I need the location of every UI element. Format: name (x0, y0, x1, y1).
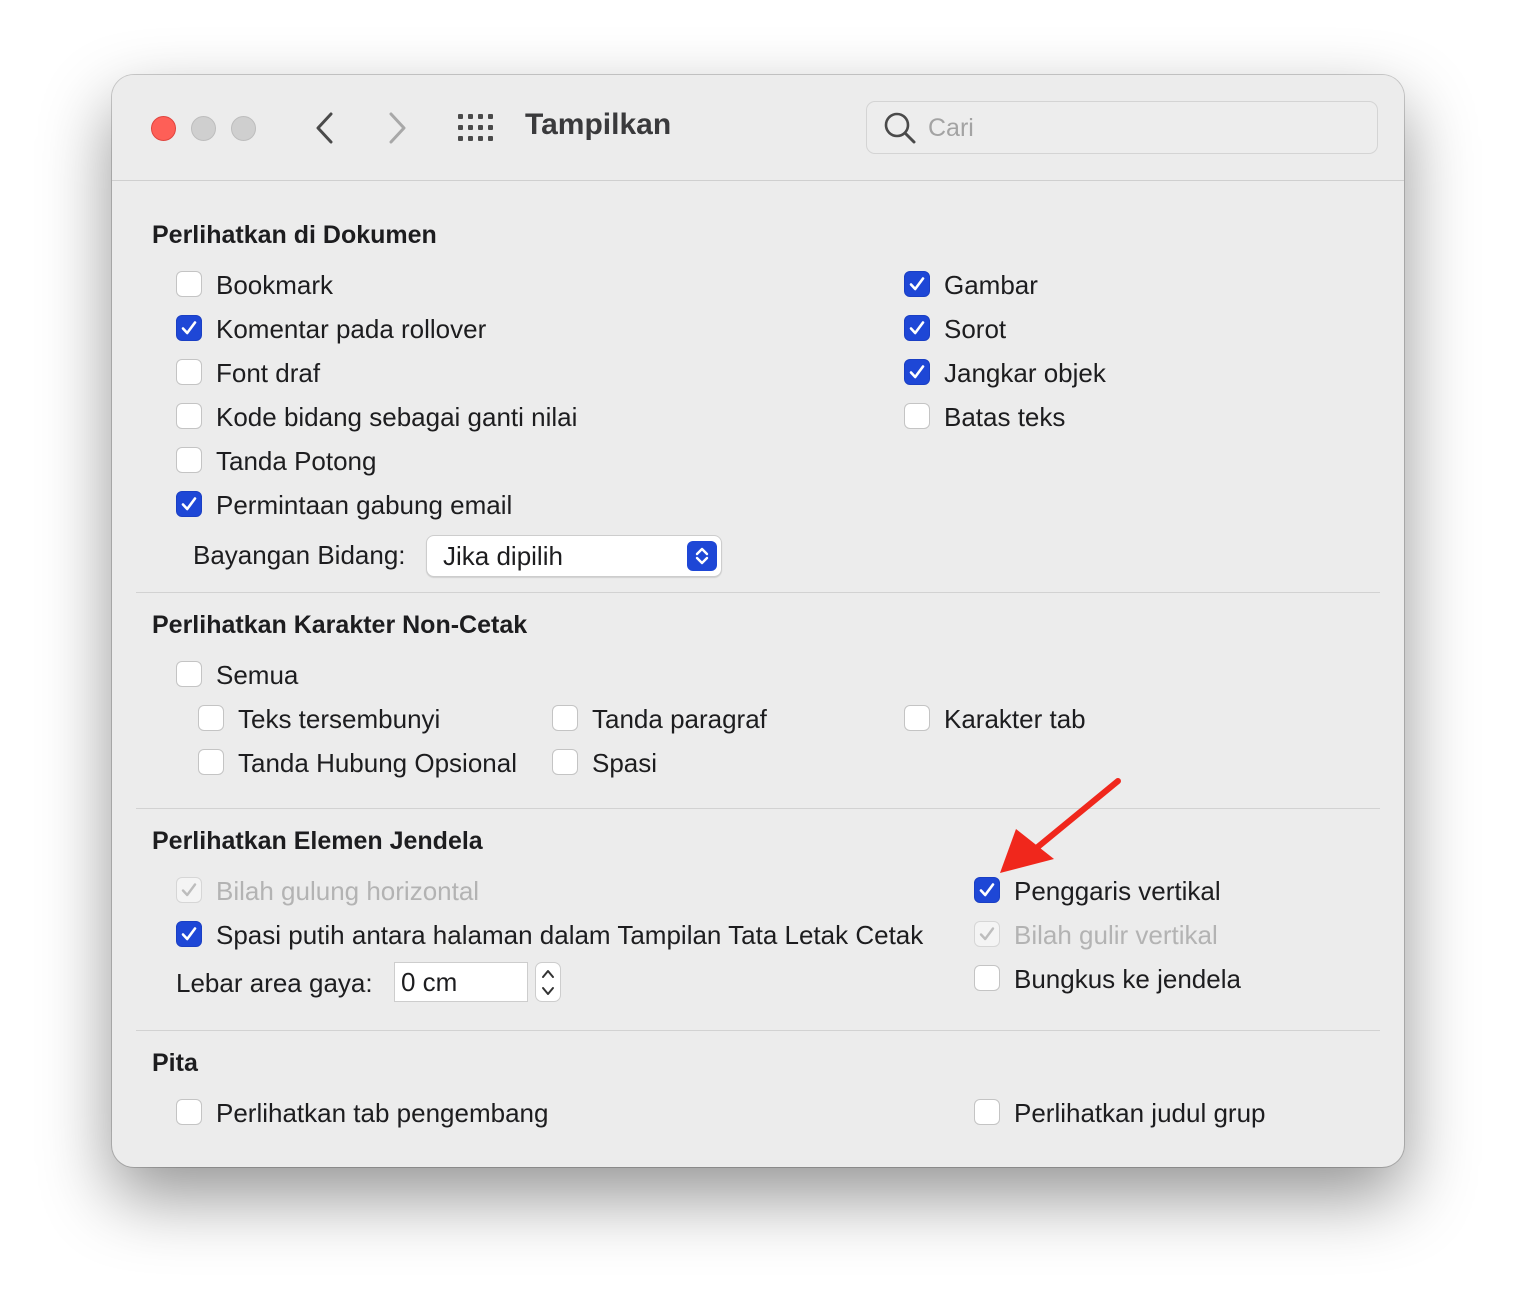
section-divider (136, 808, 1380, 809)
popup-arrows-icon[interactable] (687, 541, 717, 571)
checkbox-label: Komentar pada rollover (216, 314, 487, 344)
checkbox-label: Gambar (944, 270, 1038, 300)
checkbox-box[interactable] (176, 315, 202, 341)
checkbox-box[interactable] (176, 491, 202, 517)
show-all-grid-icon[interactable] (456, 112, 496, 144)
search-placeholder: Cari (928, 114, 974, 142)
checkbox-label: Bungkus ke jendela (1014, 964, 1241, 994)
checkbox-box[interactable] (552, 749, 578, 775)
checkbox-box[interactable] (176, 447, 202, 473)
style-area-width-stepper[interactable] (535, 962, 561, 1002)
chevron-left-icon (316, 112, 333, 144)
checkbox-label: Font draf (216, 358, 321, 388)
section-title-ribbon: Pita (152, 1049, 198, 1077)
popup-value: Jika dipilih (443, 541, 563, 571)
section-title-nonprinting: Perlihatkan Karakter Non-Cetak (152, 611, 528, 639)
checkbox-label: Jangkar objek (944, 358, 1106, 388)
checkbox-label: Karakter tab (944, 704, 1086, 734)
zoom-window-button[interactable] (231, 116, 256, 141)
checkbox-label: Semua (216, 660, 299, 690)
checkbox-label: Batas teks (944, 402, 1066, 432)
checkbox-label: Bilah gulir vertikal (1014, 920, 1218, 950)
checkbox-box[interactable] (198, 705, 224, 731)
preferences-window: Tampilkan Cari Perlihatkan di Dokumen Bo… (112, 75, 1404, 1167)
close-window-button[interactable] (151, 116, 176, 141)
checkbox-label: Spasi putih antara halaman dalam Tampila… (216, 920, 924, 950)
section-divider (136, 592, 1380, 593)
checkmark-icon (181, 497, 197, 511)
field-shading-popup[interactable]: Jika dipilih (426, 535, 722, 577)
stepper-down-icon[interactable] (539, 984, 557, 998)
checkbox-box[interactable] (176, 403, 202, 429)
checkmark-icon (909, 321, 925, 335)
search-icon (884, 112, 916, 144)
field-shading-label: Bayangan Bidang: (193, 540, 406, 570)
checkbox-box (974, 921, 1000, 947)
checkbox-label: Tanda paragraf (592, 704, 767, 734)
checkbox-label: Perlihatkan judul grup (1014, 1098, 1266, 1128)
checkbox-box[interactable] (904, 315, 930, 341)
checkbox-label: Sorot (944, 314, 1007, 344)
checkbox-box[interactable] (198, 749, 224, 775)
checkmark-icon (181, 927, 197, 941)
checkbox-label: Perlihatkan tab pengembang (216, 1098, 549, 1128)
checkbox-box[interactable] (904, 359, 930, 385)
checkbox-box[interactable] (974, 965, 1000, 991)
checkbox-label: Bookmark (216, 270, 334, 300)
checkbox-box[interactable] (176, 271, 202, 297)
style-area-width-input[interactable]: 0 cm (394, 962, 528, 1002)
checkbox-label: Bilah gulung horizontal (216, 876, 480, 906)
input-value: 0 cm (401, 967, 458, 997)
forward-button[interactable] (382, 109, 412, 147)
checkbox-label: Tanda Potong (216, 446, 377, 476)
checkmark-icon (979, 927, 995, 941)
checkbox-label: Teks tersembunyi (238, 704, 441, 734)
chevron-right-icon (389, 112, 406, 144)
annotation-arrow-icon (1000, 778, 1121, 873)
search-field[interactable]: Cari (866, 101, 1378, 154)
checkmark-icon (181, 321, 197, 335)
checkbox-box[interactable] (176, 359, 202, 385)
checkbox-box[interactable] (904, 705, 930, 731)
checkbox-label: Spasi (592, 748, 658, 778)
title-bar: Tampilkan Cari (112, 75, 1404, 181)
checkbox-box[interactable] (176, 661, 202, 687)
checkbox-label: Kode bidang sebagai ganti nilai (216, 402, 578, 432)
checkmark-icon (909, 365, 925, 379)
checkbox-box[interactable] (904, 271, 930, 297)
style-area-width-label: Lebar area gaya: (176, 968, 373, 998)
section-title-window-elements: Perlihatkan Elemen Jendela (152, 827, 483, 855)
checkbox-label: Permintaan gabung email (216, 490, 513, 520)
checkbox-box[interactable] (176, 921, 202, 947)
checkbox-box[interactable] (904, 403, 930, 429)
checkbox-box[interactable] (974, 1099, 1000, 1125)
checkmark-icon (909, 277, 925, 291)
section-title-documents: Perlihatkan di Dokumen (152, 221, 437, 249)
checkbox-box[interactable] (176, 1099, 202, 1125)
minimize-window-button[interactable] (191, 116, 216, 141)
checkbox-label: Tanda Hubung Opsional (238, 748, 517, 778)
checkbox-box (176, 877, 202, 903)
window-title: Tampilkan (525, 108, 672, 141)
section-divider (136, 1030, 1380, 1031)
checkbox-box[interactable] (552, 705, 578, 731)
stepper-up-icon[interactable] (539, 967, 557, 981)
back-button[interactable] (310, 109, 340, 147)
checkmark-icon (181, 883, 197, 897)
